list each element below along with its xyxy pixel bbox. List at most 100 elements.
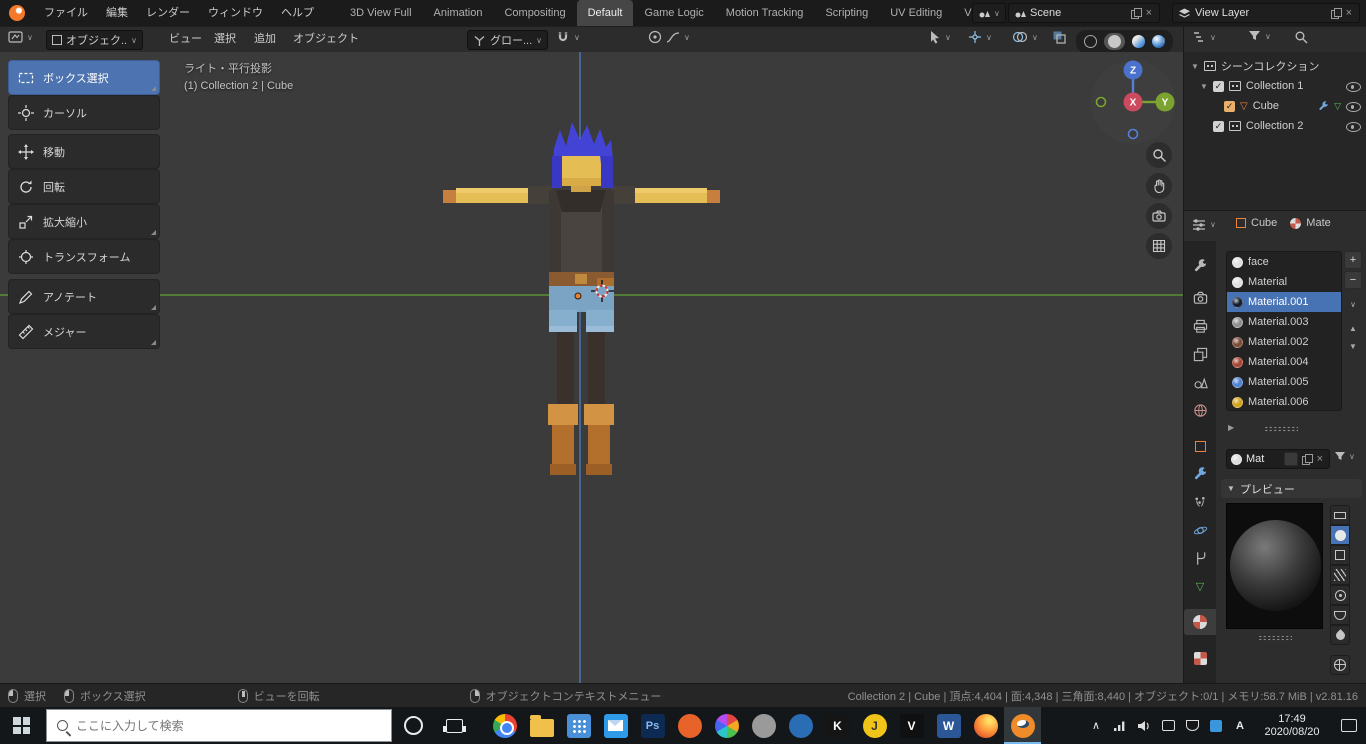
workspace-tab-scripting[interactable]: Scripting	[814, 0, 879, 26]
taskbar-app-chrome[interactable]	[486, 707, 523, 744]
tool-transform[interactable]: トランスフォーム	[8, 239, 160, 274]
hide-eye-icon[interactable]	[1346, 100, 1361, 112]
menu-help[interactable]: ヘルプ	[272, 0, 323, 26]
material-slot[interactable]: Material.003	[1227, 312, 1341, 332]
preview-section-header[interactable]: ▼ プレビュー	[1221, 479, 1362, 498]
add-material-slot-button[interactable]: +	[1344, 251, 1362, 269]
workspace-tab-motion-tracking[interactable]: Motion Tracking	[715, 0, 815, 26]
preview-type-shaderball-button[interactable]	[1330, 585, 1350, 605]
material-filter-button[interactable]: ∨	[1334, 451, 1355, 462]
taskbar-app-blue[interactable]	[782, 707, 819, 744]
scene-selector[interactable]: Scene ×	[1008, 3, 1160, 23]
tab-output[interactable]	[1184, 313, 1216, 339]
tray-shield-icon[interactable]	[1180, 707, 1204, 744]
cortana-button[interactable]	[404, 716, 423, 735]
material-slot[interactable]: Material	[1227, 272, 1341, 292]
zoom-button[interactable]	[1146, 142, 1172, 168]
workspace-tab-default[interactable]: Default	[576, 0, 634, 26]
collection-checkbox[interactable]: ✓	[1212, 120, 1224, 132]
workspace-tab-uv-editing[interactable]: UV Editing	[879, 0, 953, 26]
outliner-editor-type-button[interactable]: ∨	[1192, 30, 1216, 44]
tool-cursor[interactable]: カーソル	[8, 95, 160, 130]
outliner-search-button[interactable]	[1294, 30, 1308, 44]
material-slot-selected[interactable]: Material.001	[1227, 292, 1341, 312]
preview-type-flat-button[interactable]	[1330, 505, 1350, 525]
move-slot-up-button[interactable]: ▲	[1344, 319, 1362, 337]
breadcrumb-object-name[interactable]: Cube	[1251, 217, 1277, 229]
volume-icon[interactable]	[1132, 707, 1156, 744]
tab-object-data[interactable]: ▽	[1184, 573, 1216, 599]
move-slot-down-button[interactable]: ▼	[1344, 337, 1362, 355]
workspace-tab-compositing[interactable]: Compositing	[493, 0, 576, 26]
task-view-button[interactable]	[446, 719, 463, 733]
remove-material-slot-button[interactable]: −	[1344, 271, 1362, 289]
taskbar-app-k[interactable]: K	[819, 707, 856, 744]
shading-wireframe-button[interactable]	[1084, 35, 1097, 48]
outliner-row-collection-2[interactable]: ▼ ✓ Collection 2	[1184, 116, 1366, 136]
tray-window-icon[interactable]	[1156, 707, 1180, 744]
gizmos-toggle[interactable]: ∨	[968, 30, 992, 44]
editor-type-button[interactable]: ∨	[8, 30, 33, 44]
taskbar-app-j[interactable]: J	[856, 707, 893, 744]
start-button[interactable]	[13, 717, 30, 734]
new-material-icon[interactable]	[1301, 454, 1313, 465]
unlink-scene-icon[interactable]: ×	[1144, 7, 1154, 19]
material-datablock[interactable]: Mat ×	[1226, 449, 1330, 469]
taskbar-app-firefox[interactable]	[967, 707, 1004, 744]
xray-toggle[interactable]	[1052, 30, 1066, 44]
workspace-tab-game-logic[interactable]: Game Logic	[633, 0, 714, 26]
taskbar-app-word[interactable]: W	[930, 707, 967, 744]
outliner-row-collection-1[interactable]: ▼ ✓ Collection 1	[1184, 76, 1366, 96]
viewport-canvas[interactable]: Z Y X ライト・平行投影 (1) Collection 2 | Cube ボ…	[0, 52, 1183, 683]
outliner-row-scene-collection[interactable]: ▼ シーンコレクション	[1184, 56, 1366, 76]
view-layer-selector[interactable]: View Layer ×	[1172, 3, 1360, 23]
taskbar-app-pinwheel[interactable]	[708, 707, 745, 744]
transform-orientation-selector[interactable]: グロー... ∨	[467, 30, 549, 50]
gizmo-y-negative[interactable]	[1095, 96, 1107, 108]
tab-scene[interactable]	[1184, 369, 1216, 395]
preview-resize-grip[interactable]	[1258, 635, 1292, 641]
modifier-wrench-icon[interactable]	[1318, 100, 1329, 112]
taskbar-app-mail[interactable]	[597, 707, 634, 744]
menu-viewport-view[interactable]: ビュー	[160, 27, 211, 53]
taskbar-app-photoshop[interactable]: Ps	[634, 707, 671, 744]
preview-type-sphere-button[interactable]	[1330, 525, 1350, 545]
shading-solid-button[interactable]	[1104, 33, 1125, 50]
tab-world[interactable]	[1184, 397, 1216, 423]
gizmo-z-negative[interactable]	[1127, 128, 1139, 140]
preview-type-cube-button[interactable]	[1330, 545, 1350, 565]
tool-annotate[interactable]: アノテート	[8, 279, 160, 314]
ime-indicator[interactable]: A	[1228, 707, 1252, 744]
collection-checkbox[interactable]: ✓	[1212, 80, 1224, 92]
browse-scene-button[interactable]: ∨	[972, 3, 1006, 23]
tray-expand-icon[interactable]: ∧	[1084, 707, 1108, 744]
menu-edit[interactable]: 編集	[97, 0, 137, 26]
menu-file[interactable]: ファイル	[35, 0, 97, 26]
tool-measure[interactable]: メジャー	[8, 314, 160, 349]
taskbar-app-gray[interactable]	[745, 707, 782, 744]
material-slot[interactable]: face	[1227, 252, 1341, 272]
tab-tool[interactable]	[1184, 253, 1216, 279]
tool-scale[interactable]: 拡大縮小	[8, 204, 160, 239]
preview-type-hair-button[interactable]	[1330, 565, 1350, 585]
tray-bluetooth-icon[interactable]	[1204, 707, 1228, 744]
shading-dropdown-icon[interactable]: ∨	[1160, 36, 1166, 45]
shading-material-button[interactable]	[1132, 35, 1145, 48]
tool-move[interactable]: 移動	[8, 134, 160, 169]
tab-view-layer[interactable]	[1184, 341, 1216, 367]
tool-box-select[interactable]: ボックス選択	[8, 60, 160, 95]
taskbar-app-blender[interactable]	[1004, 707, 1041, 744]
pan-button[interactable]	[1146, 173, 1172, 199]
taskbar-clock[interactable]: 17:49 2020/08/20	[1252, 713, 1332, 739]
material-slot[interactable]: Material.005	[1227, 372, 1341, 392]
tab-modifiers[interactable]	[1184, 461, 1216, 487]
toggle-view-button[interactable]	[1146, 233, 1172, 259]
network-icon[interactable]	[1108, 707, 1132, 744]
tab-texture[interactable]	[1184, 645, 1216, 671]
new-scene-icon[interactable]	[1130, 8, 1142, 19]
taskbar-app-orange[interactable]	[671, 707, 708, 744]
hide-eye-icon[interactable]	[1346, 120, 1361, 132]
list-expand-icon[interactable]: ▶	[1228, 423, 1234, 432]
workspace-tab-animation[interactable]: Animation	[423, 0, 494, 26]
material-slot[interactable]: Material.002	[1227, 332, 1341, 352]
